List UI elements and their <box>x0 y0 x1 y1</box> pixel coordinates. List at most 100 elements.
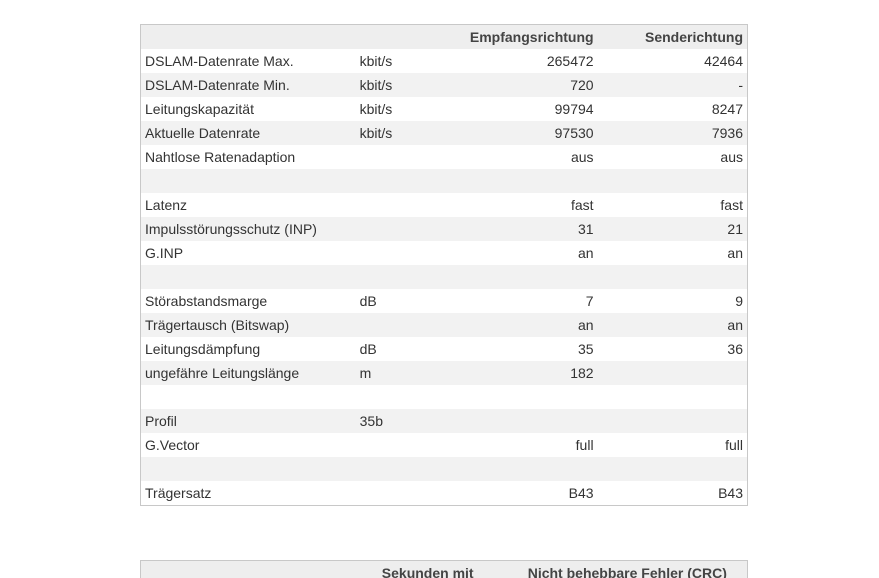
table-row: Latenz fast fast <box>140 193 748 217</box>
table-row: Impulsstörungsschutz (INP) 31 21 <box>140 217 748 241</box>
row-unit: kbit/s <box>359 101 393 117</box>
row-upstream-value: an <box>727 317 743 333</box>
row-label: Aktuelle Datenrate <box>145 125 261 141</box>
row-label: Trägertausch (Bitswap) <box>145 317 290 333</box>
row-upstream-value: 8247 <box>711 101 743 117</box>
table-row: Leitungskapazität kbit/s 99794 8247 <box>140 97 748 121</box>
table-row: DSLAM-Datenrate Min. kbit/s 720 - <box>140 73 748 97</box>
table-row: Nahtlose Ratenadaption aus aus <box>140 145 748 169</box>
row-unit: kbit/s <box>359 53 393 69</box>
row-downstream-value: 97530 <box>554 125 594 141</box>
row-unit <box>356 481 466 506</box>
row-downstream-value: B43 <box>568 485 594 501</box>
spacer-row <box>140 385 748 409</box>
row-upstream-value: 36 <box>727 341 743 357</box>
row-downstream-value: 99794 <box>554 101 594 117</box>
row-downstream-value: 7 <box>585 293 594 309</box>
row-label <box>141 385 356 409</box>
row-unit <box>356 241 466 265</box>
table-row: G.INP an an <box>140 241 748 265</box>
row-label <box>141 265 356 289</box>
row-downstream-value <box>466 169 598 193</box>
row-label: G.Vector <box>145 437 200 453</box>
row-upstream-value: an <box>727 245 743 261</box>
table-row: Störabstandsmarge dB 7 9 <box>140 289 748 313</box>
row-label: DSLAM-Datenrate Min. <box>145 77 290 93</box>
row-downstream-value: fast <box>570 197 594 213</box>
row-upstream-value <box>598 385 748 409</box>
table-row: G.Vector full full <box>140 433 748 457</box>
row-label: Nahtlose Ratenadaption <box>145 149 296 165</box>
row-label: Profil <box>145 413 177 429</box>
row-unit: m <box>359 365 372 381</box>
row-unit <box>356 265 466 289</box>
dsl-info-page: Empfangsrichtung Senderichtung DSLAM-Dat… <box>0 0 879 578</box>
row-unit: dB <box>359 341 377 357</box>
row-upstream-value: 42464 <box>704 53 743 69</box>
error-table-header-row: Sekunden mit Nicht behebbare Fehler (CRC… <box>140 560 748 578</box>
row-upstream-value: fast <box>720 197 743 213</box>
row-upstream-value <box>598 457 748 481</box>
row-upstream-value: full <box>725 437 743 453</box>
row-downstream-value: 720 <box>570 77 594 93</box>
row-label: G.INP <box>145 245 184 261</box>
row-downstream-value: full <box>575 437 594 453</box>
row-unit <box>356 193 466 217</box>
row-upstream-value <box>598 361 748 385</box>
spacer-row <box>140 169 748 193</box>
row-upstream-value: - <box>738 77 743 93</box>
table-row: Trägertausch (Bitswap) an an <box>140 313 748 337</box>
row-label: Trägersatz <box>145 485 212 501</box>
row-unit <box>356 385 466 409</box>
header-label <box>141 25 356 50</box>
error-header-crc: Nicht behebbare Fehler (CRC) <box>507 560 748 578</box>
row-unit: 35b <box>359 413 383 429</box>
table-row: Trägersatz B43 B43 <box>140 481 748 506</box>
row-upstream-value: aus <box>720 149 743 165</box>
header-unit <box>356 25 466 50</box>
header-downstream: Empfangsrichtung <box>469 29 594 45</box>
row-label: Leitungsdämpfung <box>145 341 261 357</box>
row-downstream-value <box>466 265 598 289</box>
row-downstream-value: an <box>577 317 594 333</box>
dsl-table-body: DSLAM-Datenrate Max. kbit/s 265472 42464… <box>140 49 748 506</box>
row-unit <box>356 457 466 481</box>
row-unit: kbit/s <box>359 125 393 141</box>
row-downstream-value <box>466 457 598 481</box>
row-upstream-value <box>598 409 748 433</box>
table-row: Aktuelle Datenrate kbit/s 97530 7936 <box>140 121 748 145</box>
row-label: Impulsstörungsschutz (INP) <box>145 221 317 237</box>
dsl-line-table: Empfangsrichtung Senderichtung DSLAM-Dat… <box>140 24 748 506</box>
row-upstream-value <box>598 169 748 193</box>
row-downstream-value: 31 <box>577 221 594 237</box>
row-downstream-value: aus <box>570 149 594 165</box>
row-unit <box>356 313 466 337</box>
row-label: Latenz <box>145 197 188 213</box>
spacer-row <box>140 265 748 289</box>
row-upstream-value: 9 <box>735 293 743 309</box>
row-label: DSLAM-Datenrate Max. <box>145 53 294 69</box>
error-header-blank <box>140 560 348 578</box>
row-downstream-value: an <box>577 245 594 261</box>
row-unit <box>356 145 466 169</box>
error-header-seconds: Sekunden mit <box>347 560 508 578</box>
row-label: ungefähre Leitungslänge <box>145 365 300 381</box>
table-row: DSLAM-Datenrate Max. kbit/s 265472 42464 <box>140 49 748 73</box>
row-label: Leitungskapazität <box>145 101 254 117</box>
row-label: Störabstandsmarge <box>145 293 268 309</box>
spacer-row <box>140 457 748 481</box>
row-downstream-value: 182 <box>570 365 594 381</box>
error-stats-table: Sekunden mit Nicht behebbare Fehler (CRC… <box>140 560 748 578</box>
table-header-row: Empfangsrichtung Senderichtung <box>140 24 748 50</box>
row-downstream-value <box>466 409 598 433</box>
row-upstream-value: B43 <box>718 485 743 501</box>
header-upstream: Senderichtung <box>644 29 743 45</box>
row-unit: kbit/s <box>359 77 393 93</box>
row-upstream-value: 21 <box>727 221 743 237</box>
row-upstream-value: 7936 <box>711 125 743 141</box>
row-unit <box>356 433 466 457</box>
row-unit: dB <box>359 293 377 309</box>
row-downstream-value: 35 <box>577 341 594 357</box>
row-unit <box>356 217 466 241</box>
row-downstream-value: 265472 <box>546 53 594 69</box>
